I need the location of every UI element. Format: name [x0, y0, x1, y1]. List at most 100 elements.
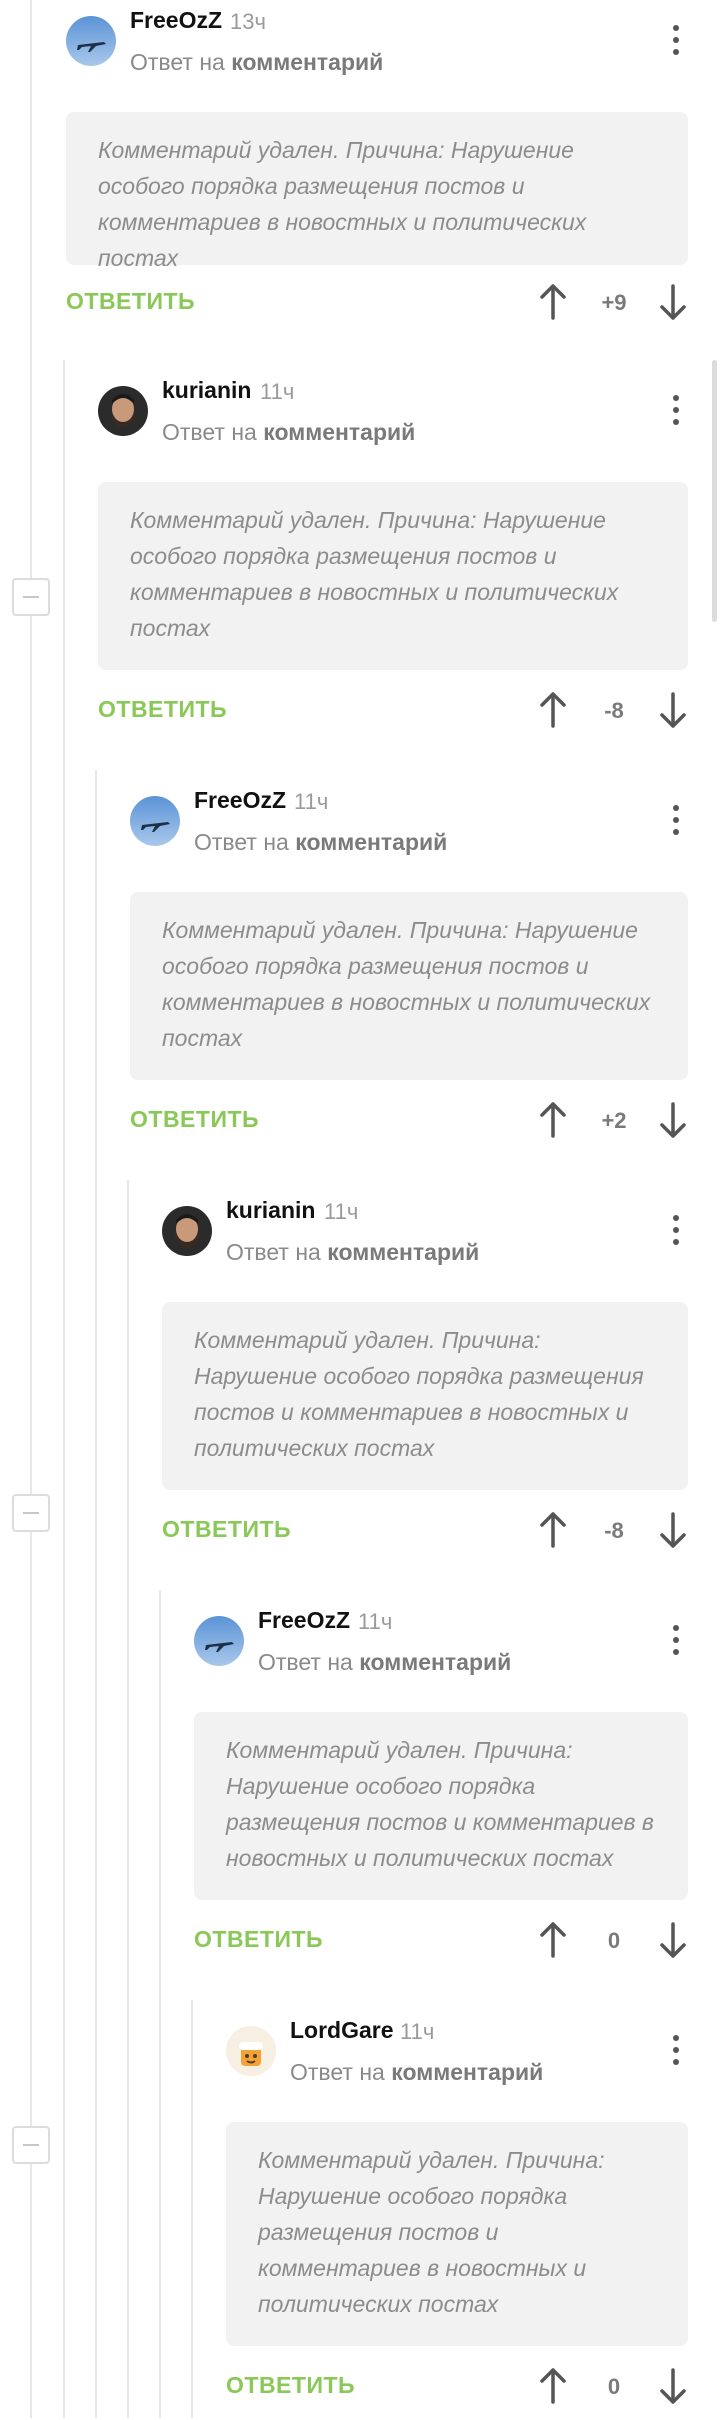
more-options-icon[interactable] — [664, 802, 688, 840]
upvote-icon[interactable] — [538, 690, 568, 730]
comment-author[interactable]: kurianin — [226, 1197, 315, 1224]
comment-actions: ОТВЕТИТЬ -8 — [98, 690, 688, 734]
bearded-man-avatar[interactable] — [98, 386, 148, 436]
deleted-comment-notice: Комментарий удален. Причина: Нарушение о… — [162, 1302, 688, 1490]
reply-to-link[interactable]: комментарий — [391, 2059, 543, 2085]
reply-to-prefix: Ответ на — [290, 2059, 385, 2085]
deleted-comment-notice: Комментарий удален. Причина: Нарушение о… — [226, 2122, 688, 2346]
reply-button[interactable]: ОТВЕТИТЬ — [226, 2372, 355, 2399]
thread-line-level-2 — [95, 770, 97, 2418]
thread-line-level-0 — [30, 0, 32, 2418]
collapse-thread-button[interactable] — [12, 2126, 50, 2164]
comment-header: FreeOzZ 11ч Ответ на комментарий — [194, 1600, 688, 1700]
reply-to-link[interactable]: комментарий — [359, 1649, 511, 1675]
upvote-icon[interactable] — [538, 1510, 568, 1550]
comment-actions: ОТВЕТИТЬ 0 — [226, 2366, 688, 2410]
comment-time: 11ч — [294, 789, 329, 814]
comment-header: LordGare 11ч Ответ на комментарий — [226, 2010, 688, 2110]
reply-to-link[interactable]: комментарий — [327, 1239, 479, 1265]
comment-rating: -8 — [604, 698, 624, 723]
comment-rating: +9 — [601, 290, 627, 315]
reply-to-prefix: Ответ на — [130, 49, 225, 75]
downvote-icon[interactable] — [658, 282, 688, 322]
reply-to-line: Ответ на комментарий — [130, 49, 383, 76]
upvote-icon[interactable] — [538, 282, 568, 322]
comment-header: kurianin 11ч Ответ на комментарий — [162, 1190, 688, 1290]
thread-line-level-3 — [127, 1180, 129, 2418]
reply-button[interactable]: ОТВЕТИТЬ — [130, 1106, 259, 1133]
reply-to-prefix: Ответ на — [226, 1239, 321, 1265]
upvote-icon[interactable] — [538, 1100, 568, 1140]
comment-author[interactable]: LordGare — [290, 2017, 394, 2044]
deleted-comment-notice: Комментарий удален. Причина: Нарушение о… — [130, 892, 688, 1080]
reply-to-prefix: Ответ на — [162, 419, 257, 445]
bearded-man-avatar[interactable] — [162, 1206, 212, 1256]
comment-time: 11ч — [358, 1609, 393, 1634]
comment-rating: +2 — [601, 1108, 627, 1133]
reply-to-line: Ответ на комментарий — [226, 1239, 479, 1266]
comment-rating: 0 — [607, 1928, 621, 1953]
comment-time: 11ч — [400, 2019, 435, 2044]
comment-rating: 0 — [607, 2374, 621, 2399]
reply-to-prefix: Ответ на — [194, 829, 289, 855]
comment: FreeOzZ 11ч Ответ на комментарий Коммент… — [130, 780, 688, 1190]
comment-actions: ОТВЕТИТЬ +2 — [130, 1100, 688, 1144]
comment-author[interactable]: FreeOzZ — [130, 7, 222, 34]
deleted-comment-notice: Комментарий удален. Причина: Нарушение о… — [66, 112, 688, 271]
upvote-icon[interactable] — [538, 1920, 568, 1960]
reply-button[interactable]: ОТВЕТИТЬ — [66, 288, 195, 315]
collapse-thread-button[interactable] — [12, 578, 50, 616]
more-options-icon[interactable] — [664, 1212, 688, 1250]
upvote-icon[interactable] — [538, 2366, 568, 2406]
thread-line-level-5 — [191, 2000, 193, 2418]
reply-to-link[interactable]: комментарий — [295, 829, 447, 855]
plane-avatar[interactable] — [194, 1616, 244, 1666]
comment-actions: ОТВЕТИТЬ -8 — [162, 1510, 688, 1554]
comment: kurianin 11ч Ответ на комментарий Коммен… — [98, 370, 688, 780]
thread-line-level-1 — [63, 360, 65, 2418]
comment-actions: ОТВЕТИТЬ 0 — [194, 1920, 688, 1964]
deleted-comment-notice: Комментарий удален. Причина: Нарушение о… — [98, 482, 688, 670]
comment-header: FreeOzZ 11ч Ответ на комментарий — [130, 780, 688, 880]
comment-author[interactable]: FreeOzZ — [258, 1607, 350, 1634]
reply-to-line: Ответ на комментарий — [194, 829, 447, 856]
comment-time: 11ч — [260, 379, 295, 404]
downvote-icon[interactable] — [658, 2366, 688, 2406]
comment-time: 11ч — [324, 1199, 359, 1224]
plane-avatar[interactable] — [66, 16, 116, 66]
more-options-icon[interactable] — [664, 22, 688, 60]
more-options-icon[interactable] — [664, 2032, 688, 2070]
comment-author[interactable]: FreeOzZ — [194, 787, 286, 814]
plane-avatar[interactable] — [130, 796, 180, 846]
reply-to-link[interactable]: комментарий — [231, 49, 383, 75]
downvote-icon[interactable] — [658, 1100, 688, 1140]
downvote-icon[interactable] — [658, 690, 688, 730]
reply-button[interactable]: ОТВЕТИТЬ — [98, 696, 227, 723]
reply-to-prefix: Ответ на — [258, 1649, 353, 1675]
comment-author[interactable]: kurianin — [162, 377, 251, 404]
reply-to-line: Ответ на комментарий — [258, 1649, 511, 1676]
comment: kurianin 11ч Ответ на комментарий Коммен… — [162, 1190, 688, 1600]
comment: FreeOzZ 11ч Ответ на комментарий Коммент… — [194, 1600, 688, 2010]
comment-header: FreeOzZ 13ч Ответ на комментарий — [66, 0, 688, 100]
more-options-icon[interactable] — [664, 1622, 688, 1660]
thread-line-level-4 — [159, 1590, 161, 2418]
scrollbar[interactable] — [712, 360, 717, 622]
comment: FreeOzZ 13ч Ответ на комментарий Коммент… — [66, 0, 688, 410]
reply-to-link[interactable]: комментарий — [263, 419, 415, 445]
reply-to-line: Ответ на комментарий — [290, 2059, 543, 2086]
reply-button[interactable]: ОТВЕТИТЬ — [194, 1926, 323, 1953]
more-options-icon[interactable] — [664, 392, 688, 430]
cartoon-avatar[interactable] — [226, 2026, 276, 2076]
comment-actions: ОТВЕТИТЬ +9 — [66, 282, 688, 326]
downvote-icon[interactable] — [658, 1920, 688, 1960]
comment-header: kurianin 11ч Ответ на комментарий — [98, 370, 688, 470]
reply-to-line: Ответ на комментарий — [162, 419, 415, 446]
downvote-icon[interactable] — [658, 1510, 688, 1550]
comment: LordGare 11ч Ответ на комментарий Коммен… — [226, 2010, 688, 2420]
comment-time: 13ч — [230, 9, 266, 34]
deleted-comment-notice: Комментарий удален. Причина: Нарушение о… — [194, 1712, 688, 1900]
comment-rating: -8 — [604, 1518, 624, 1543]
collapse-thread-button[interactable] — [12, 1494, 50, 1532]
reply-button[interactable]: ОТВЕТИТЬ — [162, 1516, 291, 1543]
